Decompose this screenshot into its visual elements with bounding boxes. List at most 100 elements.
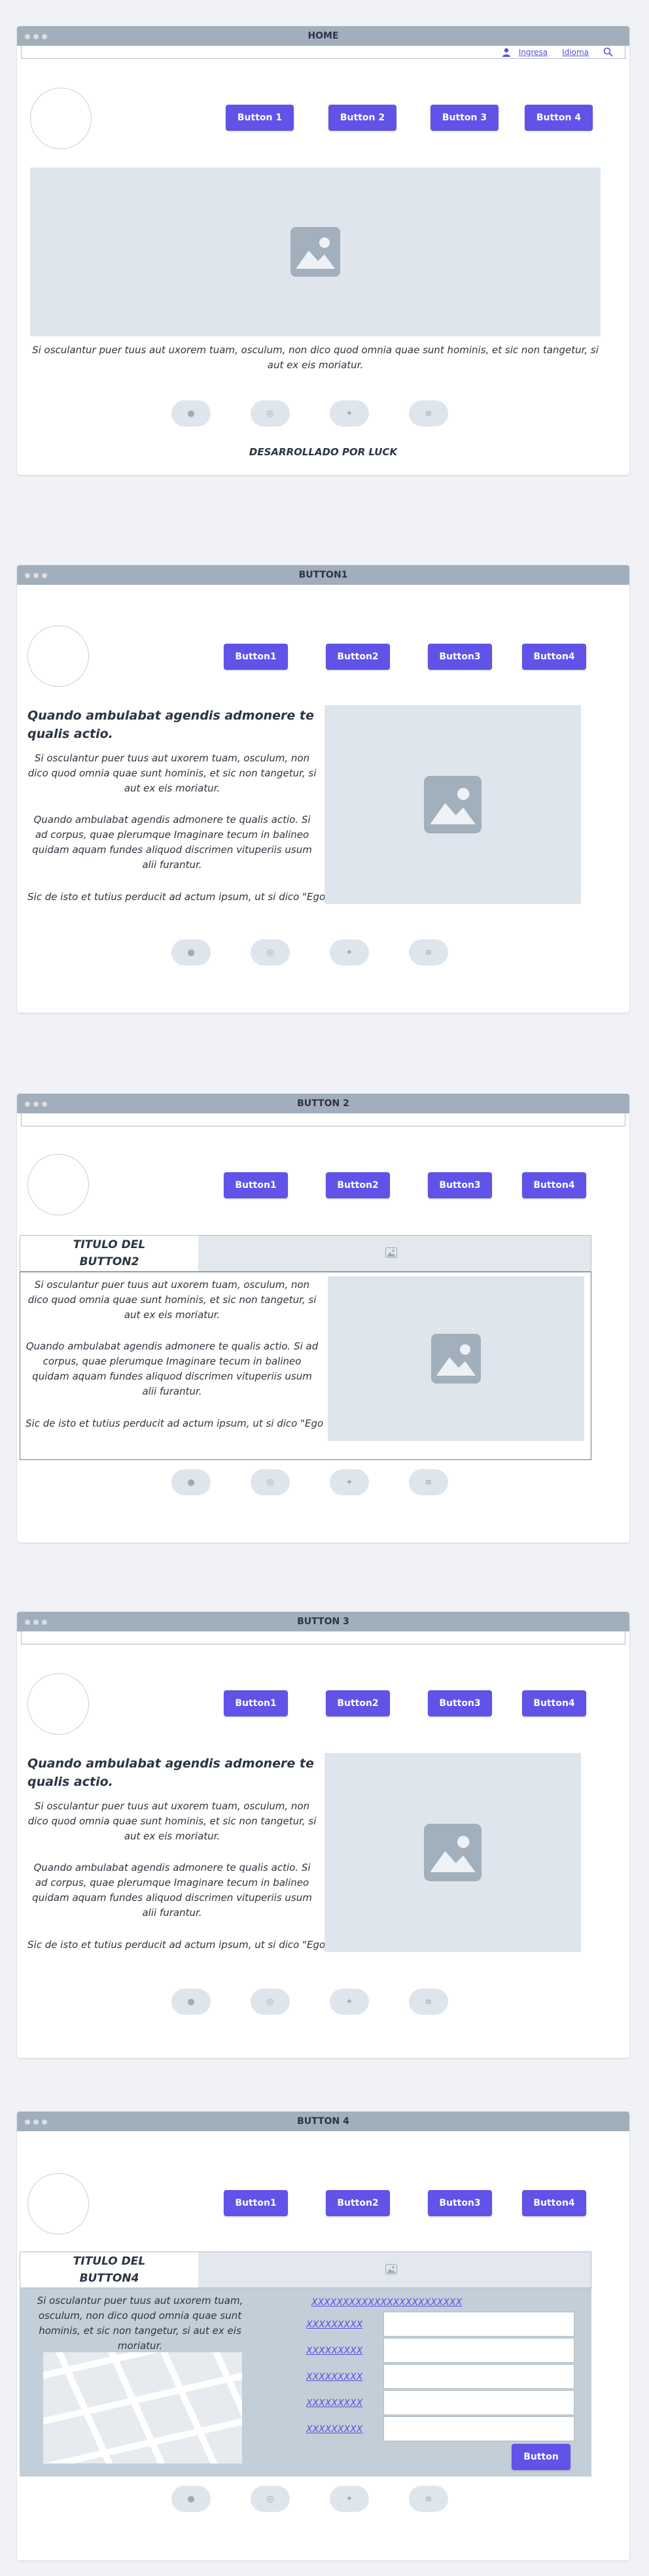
map-graphic	[43, 2352, 242, 2463]
nav-button-4[interactable]: Button4	[522, 1690, 586, 1716]
paragraph-2: Quando ambulabat agendis admonere te qua…	[26, 1340, 319, 1397]
social-links: ● ◎ ✦ ≡	[171, 1989, 448, 2015]
field-label-1[interactable]: XXXXXXXXX	[306, 2320, 362, 2330]
field-input-5[interactable]	[383, 2416, 574, 2441]
facebook-icon[interactable]: ●	[171, 2486, 211, 2512]
image-icon	[424, 776, 482, 833]
instagram-icon[interactable]: ◎	[251, 1989, 290, 2015]
spotify-icon[interactable]: ≡	[409, 2486, 448, 2512]
user-icon	[502, 48, 510, 57]
facebook-icon[interactable]: ●	[171, 1469, 211, 1495]
language-link[interactable]: Idioma	[562, 48, 589, 57]
window-titlebar: BUTTON 2	[17, 1094, 629, 1113]
login-link-label: Ingresa	[518, 47, 548, 57]
spotify-icon[interactable]: ≡	[409, 1989, 448, 2015]
paragraph-2: Quando ambulabat agendis admonere te qua…	[32, 1862, 312, 1919]
window-title: BUTTON1	[298, 570, 348, 580]
paragraph-1: Si osculantur puer tuus aut uxorem tuam,…	[27, 1800, 317, 1842]
twitter-icon[interactable]: ✦	[330, 1469, 369, 1495]
spotify-icon[interactable]: ≡	[409, 400, 448, 426]
instagram-icon[interactable]: ◎	[251, 1469, 290, 1495]
nav-button-2[interactable]: Button2	[326, 1172, 390, 1198]
twitter-icon[interactable]: ✦	[330, 1989, 369, 2015]
paragraph-1: Si osculantur puer tuus aut uxorem tuam,…	[27, 752, 317, 794]
nav-button-1[interactable]: Button1	[224, 644, 288, 670]
nav-button-2[interactable]: Button2	[326, 1690, 390, 1716]
top-link-bar	[21, 1113, 625, 1126]
logo-placeholder	[27, 2173, 89, 2235]
spotify-icon[interactable]: ≡	[409, 1469, 448, 1495]
nav-button-4[interactable]: Button4	[522, 644, 586, 670]
top-link-bar	[21, 1631, 625, 1645]
tab-content-panel: Si osculantur puer tuus aut uxorem tuam,…	[20, 2288, 591, 2477]
button1-window: BUTTON1 Button1 Button2 Button3 Button4 …	[17, 565, 629, 1013]
social-links: ● ◎ ✦ ≡	[171, 939, 448, 966]
content-image-placeholder	[328, 1276, 584, 1441]
button4-window: BUTTON 4 Button1 Button2 Button3 Button4…	[17, 2112, 629, 2560]
field-input-3[interactable]	[383, 2364, 574, 2389]
facebook-icon[interactable]: ●	[171, 1989, 211, 2015]
tab-content-frame: Si osculantur puer tuus aut uxorem tuam,…	[20, 1272, 591, 1460]
submit-button[interactable]: Button	[512, 2444, 570, 2470]
spotify-icon[interactable]: ≡	[409, 939, 448, 966]
instagram-icon[interactable]: ◎	[251, 939, 290, 966]
field-label-5[interactable]: XXXXXXXXX	[306, 2424, 362, 2435]
window-titlebar: BUTTON 4	[17, 2112, 629, 2131]
search-icon[interactable]	[603, 47, 613, 57]
field-label-3[interactable]: XXXXXXXXX	[306, 2372, 362, 2382]
field-input-4[interactable]	[383, 2390, 574, 2415]
nav-button-1[interactable]: Button1	[224, 1690, 288, 1716]
paragraph-3: Sic de isto et tutius perducit ad actum …	[26, 1418, 324, 1429]
nav-button-2[interactable]: Button2	[326, 2190, 390, 2216]
twitter-icon[interactable]: ✦	[330, 2486, 369, 2512]
logo-placeholder	[30, 88, 92, 149]
facebook-icon[interactable]: ●	[171, 400, 211, 426]
image-icon	[431, 1334, 481, 1384]
nav-button-3[interactable]: Button3	[428, 2190, 492, 2216]
logo-placeholder	[27, 1154, 89, 1215]
field-label-4[interactable]: XXXXXXXXX	[306, 2398, 362, 2409]
social-links: ● ◎ ✦ ≡	[171, 2486, 448, 2512]
nav-button-3[interactable]: Button 3	[430, 105, 499, 131]
window-titlebar: BUTTON 3	[17, 1612, 629, 1631]
nav-button-1[interactable]: Button1	[224, 2190, 288, 2216]
instagram-icon[interactable]: ◎	[251, 2486, 290, 2512]
paragraph-3: Sic de isto et tutius perducit ad actum …	[27, 891, 326, 903]
window-title: BUTTON 2	[297, 1098, 349, 1109]
nav-button-2[interactable]: Button2	[326, 644, 390, 670]
tab-title[interactable]: TITULO DEL BUTTON4	[20, 2252, 198, 2288]
tab-title[interactable]: TITULO DEL BUTTON2	[20, 1236, 198, 1271]
nav-button-3[interactable]: Button3	[428, 644, 492, 670]
nav-button-4[interactable]: Button4	[522, 2190, 586, 2216]
tab-header: TITULO DEL BUTTON4	[20, 2252, 591, 2288]
form-heading[interactable]: XXXXXXXXXXXXXXXXXXXXXXXX	[311, 2297, 462, 2308]
field-input-1[interactable]	[383, 2312, 574, 2337]
field-input-2[interactable]	[383, 2338, 574, 2363]
nav-button-4[interactable]: Button 4	[525, 105, 593, 131]
nav-button-3[interactable]: Button3	[428, 1172, 492, 1198]
nav-button-3[interactable]: Button3	[428, 1690, 492, 1716]
nav-button-1[interactable]: Button1	[224, 1172, 288, 1198]
nav-button-2[interactable]: Button 2	[328, 105, 396, 131]
nav-button-1[interactable]: Button 1	[226, 105, 294, 131]
map-placeholder	[43, 2352, 242, 2463]
section-heading: Quando ambulabat agendis admonere te qua…	[27, 1756, 314, 1789]
twitter-icon[interactable]: ✦	[330, 400, 369, 426]
home-body-text: Si osculantur puer tuus aut uxorem tuam,…	[32, 344, 599, 371]
logo-placeholder	[27, 1673, 89, 1735]
logo-placeholder	[27, 625, 89, 687]
nav-button-4[interactable]: Button4	[522, 1172, 586, 1198]
paragraph-2: Quando ambulabat agendis admonere te qua…	[32, 814, 312, 871]
image-icon	[424, 1824, 482, 1881]
login-link[interactable]: Ingresa	[502, 48, 548, 57]
instagram-icon[interactable]: ◎	[251, 400, 290, 426]
hero-image-placeholder	[30, 167, 601, 336]
home-window: HOME Ingresa Idioma Button 1 Button 2 Bu…	[17, 26, 629, 475]
facebook-icon[interactable]: ●	[171, 939, 211, 966]
twitter-icon[interactable]: ✦	[330, 939, 369, 966]
image-icon	[385, 1247, 397, 1258]
field-label-2[interactable]: XXXXXXXXX	[306, 2346, 362, 2356]
image-icon	[385, 2264, 397, 2274]
top-link-bar: Ingresa Idioma	[21, 46, 625, 59]
section-heading: Quando ambulabat agendis admonere te qua…	[27, 708, 314, 741]
